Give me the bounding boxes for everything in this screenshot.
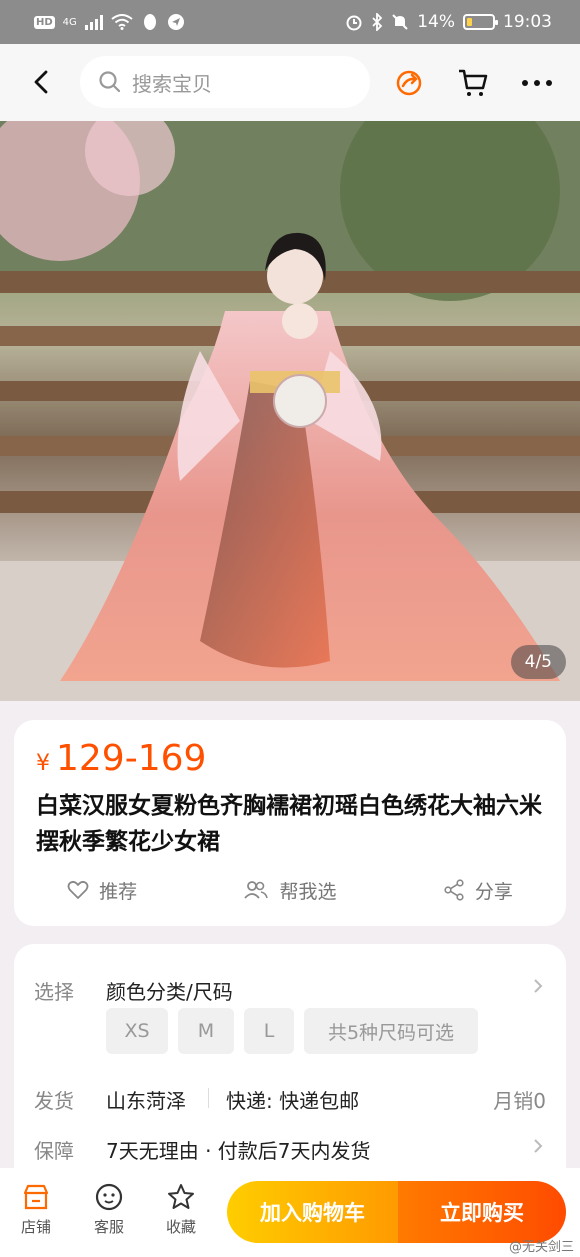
size-option-xs[interactable]: XS [106,1008,168,1054]
select-label: 选择 [34,980,74,1004]
product-photo [0,121,580,701]
currency-symbol: ¥ [36,751,50,776]
search-icon [99,71,121,93]
buy-now-button[interactable]: 立即购买 [398,1181,566,1243]
wifi-icon [111,14,133,30]
cart-icon[interactable] [456,66,490,100]
battery-percent: 14% [417,12,455,32]
size-option-l[interactable]: L [244,1008,294,1054]
add-to-cart-button[interactable]: 加入购物车 [227,1181,398,1243]
tab-store-label: 店铺 [20,1218,51,1236]
size-options-more[interactable]: 共5种尺码可选 [304,1008,478,1054]
bluetooth-icon [372,13,383,31]
divider [208,1088,209,1108]
size-options: XS M L 共5种尺码可选 [106,1008,478,1054]
store-icon [23,1184,49,1210]
guarantee-value: 7天无理由 · 付款后7天内发货 [106,1139,371,1163]
tab-service-label: 客服 [93,1218,124,1236]
network-type: 4G [62,16,77,28]
recommend-button[interactable]: 推荐 [67,877,137,904]
back-icon[interactable] [26,66,58,98]
chevron-right-icon [534,1139,543,1153]
search-input[interactable]: 搜索宝贝 [80,56,370,108]
size-option-m[interactable]: M [178,1008,234,1054]
tab-store[interactable]: 店铺 [6,1182,66,1237]
price-range: 129-169 [56,738,207,779]
product-title: 白菜汉服女夏粉色齐胸襦裙初瑶白色绣花大袖六米摆秋季繁花少女裙 [36,793,542,855]
spec-card: 选择 颜色分类/尺码 XS M L 共5种尺码可选 发货 山东菏泽 快递: 快递… [14,944,566,1184]
bottom-action-bar: 店铺 客服 收藏 加入购物车 立即购买 @无关剑三 [0,1168,580,1257]
status-bar-right: 14% 19:03 [345,12,552,32]
chevron-right-icon [534,979,543,993]
status-bar: HD 4G 14% 19:03 [0,0,580,44]
signal-icon [84,14,103,30]
watermark: @无关剑三 [508,1240,574,1255]
send-icon [167,14,184,30]
search-placeholder: 搜索宝贝 [132,71,212,96]
gallery-counter: 4/5 [510,645,566,679]
ship-method: 快递: 快递包邮 [226,1089,360,1113]
monthly-sales: 月销0 [493,1089,546,1113]
product-actions: 推荐 帮我选 分享 [14,872,566,908]
hd-badge: HD [34,15,55,29]
star-icon [168,1184,194,1209]
help-me-choose-button[interactable]: 帮我选 [243,877,337,904]
chat-icon [95,1183,123,1211]
mute-icon [392,14,408,30]
price: ¥ 129-169 [36,738,206,779]
status-bar-left: HD 4G [34,13,185,31]
people-icon [244,881,269,899]
select-value: 颜色分类/尺码 [106,980,233,1004]
heart-icon [67,880,89,899]
ship-origin: 山东菏泽 [106,1089,186,1113]
tab-service[interactable]: 客服 [79,1182,139,1237]
alarm-icon [346,15,362,31]
tab-favorite[interactable]: 收藏 [151,1182,211,1237]
more-icon[interactable] [520,66,554,100]
ship-label: 发货 [34,1089,74,1113]
share-button[interactable]: 分享 [443,877,513,904]
battery-icon [463,14,498,30]
help-me-choose-label: 帮我选 [279,880,337,903]
tab-favorite-label: 收藏 [165,1218,196,1236]
qq-icon [143,14,156,30]
share-orange-icon[interactable] [392,66,426,100]
guarantee-label: 保障 [34,1139,74,1163]
product-image[interactable]: 4/5 [0,121,580,701]
share-label: 分享 [474,880,513,903]
product-info-card: ¥ 129-169 白菜汉服女夏粉色齐胸襦裙初瑶白色绣花大袖六米摆秋季繁花少女裙… [14,720,566,926]
clock: 19:03 [503,12,552,32]
recommend-label: 推荐 [99,880,138,903]
top-nav: 搜索宝贝 [0,44,580,121]
share-icon [444,879,464,901]
